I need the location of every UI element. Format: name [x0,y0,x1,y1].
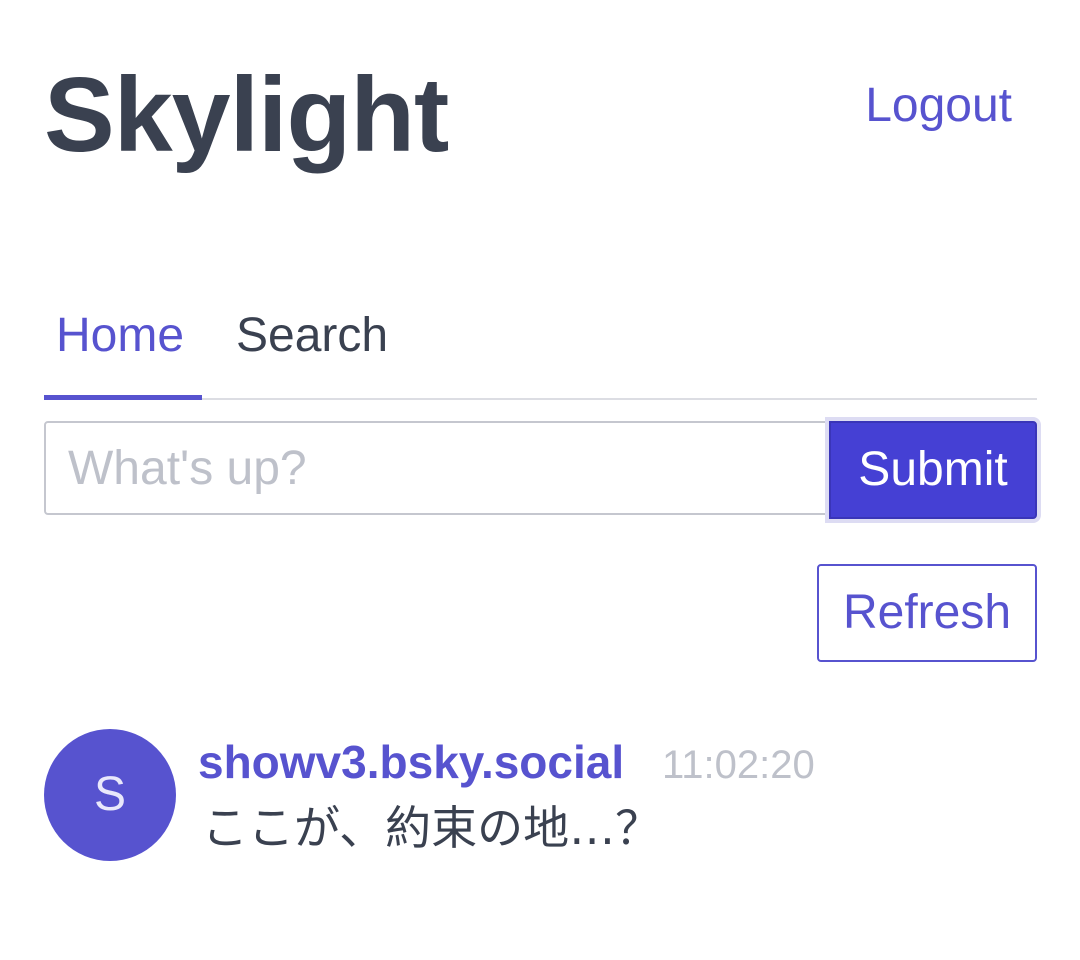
avatar[interactable]: S [44,729,176,861]
submit-button[interactable]: Submit [829,421,1037,519]
tab-home[interactable]: Home [56,312,184,360]
post-timestamp: 11:02:20 [662,743,815,787]
tab-search[interactable]: Search [236,312,388,360]
post-input[interactable] [44,421,830,515]
post-composer: Submit [44,421,1037,519]
app-title: Skylight [44,56,449,174]
tab-bar: Home Search [44,300,1037,400]
active-tab-indicator [44,395,202,400]
logout-link[interactable]: Logout [865,82,1012,130]
refresh-button[interactable]: Refresh [817,564,1037,662]
post-text: ここが、約束の地…？ [202,801,662,855]
app-page: Skylight Logout Home Search Submit Refre… [0,0,1080,960]
post-author-handle[interactable]: showv3.bsky.social [198,739,624,785]
